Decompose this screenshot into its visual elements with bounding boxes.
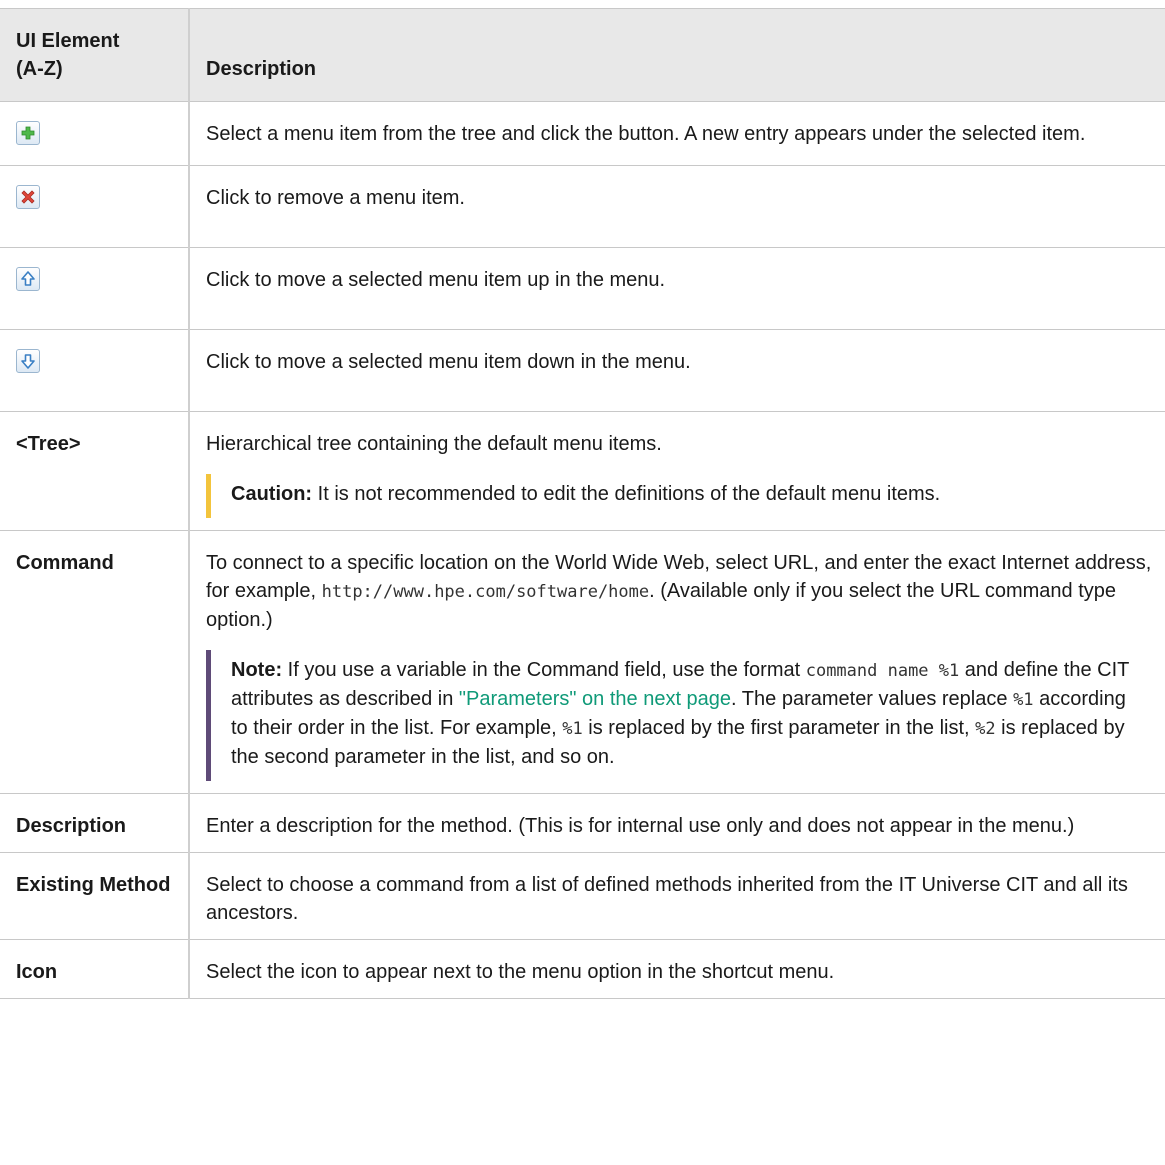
remove-x-icon [16, 185, 40, 209]
table-row: Description Enter a description for the … [0, 793, 1165, 853]
parameters-link[interactable]: "Parameters" on the next page [459, 688, 731, 710]
element-cell: Existing Method [0, 852, 189, 940]
note-label: Note: [231, 659, 283, 681]
element-cell [0, 247, 189, 330]
description-cell: Select the icon to appear next to the me… [188, 939, 1165, 999]
description-cell: To connect to a specific location on the… [188, 530, 1165, 794]
element-cell: Command [0, 530, 189, 794]
tree-description: Hierarchical tree containing the default… [206, 433, 662, 455]
table-row: Click to remove a menu item. [0, 165, 1165, 248]
caution-callout: Caution: It is not recommended to edit t… [206, 474, 1165, 518]
element-cell [0, 329, 189, 412]
element-cell: Description [0, 793, 189, 853]
description-cell: Enter a description for the method. (Thi… [188, 793, 1165, 853]
move-down-arrow-icon [16, 349, 40, 373]
note-callout: Note: If you use a variable in the Comma… [206, 650, 1165, 781]
header-ui-element: UI Element (A-Z) [0, 8, 189, 102]
header-description: Description [188, 8, 1165, 102]
table-header-row: UI Element (A-Z) Description [0, 8, 1165, 102]
description-cell: Click to move a selected menu item down … [188, 329, 1165, 412]
table-row: Existing Method Select to choose a comma… [0, 852, 1165, 940]
add-plus-icon [16, 121, 40, 145]
element-cell: Icon [0, 939, 189, 999]
caution-label: Caution: [231, 483, 313, 505]
ui-elements-table: UI Element (A-Z) Description Select a men… [0, 8, 1165, 999]
description-cell: Click to remove a menu item. [188, 165, 1165, 248]
table-row: Click to move a selected menu item down … [0, 329, 1165, 412]
table-row: Select a menu item from the tree and cli… [0, 101, 1165, 166]
table-row: Icon Select the icon to appear next to t… [0, 939, 1165, 999]
command-description: To connect to a specific location on the… [206, 552, 1152, 631]
element-cell [0, 165, 189, 248]
description-cell: Click to move a selected menu item up in… [188, 247, 1165, 330]
url-example: http://www.hpe.com/software/home [321, 582, 650, 602]
description-cell: Select to choose a command from a list o… [188, 852, 1165, 940]
element-cell: <Tree> [0, 411, 189, 531]
description-cell: Hierarchical tree containing the default… [188, 411, 1165, 531]
table-row: Click to move a selected menu item up in… [0, 247, 1165, 330]
caution-text: It is not recommended to edit the defini… [317, 483, 941, 505]
table-row: Command To connect to a specific locatio… [0, 530, 1165, 794]
move-up-arrow-icon [16, 267, 40, 291]
table-row: <Tree> Hierarchical tree containing the … [0, 411, 1165, 531]
element-cell [0, 101, 189, 166]
description-cell: Select a menu item from the tree and cli… [188, 101, 1165, 166]
